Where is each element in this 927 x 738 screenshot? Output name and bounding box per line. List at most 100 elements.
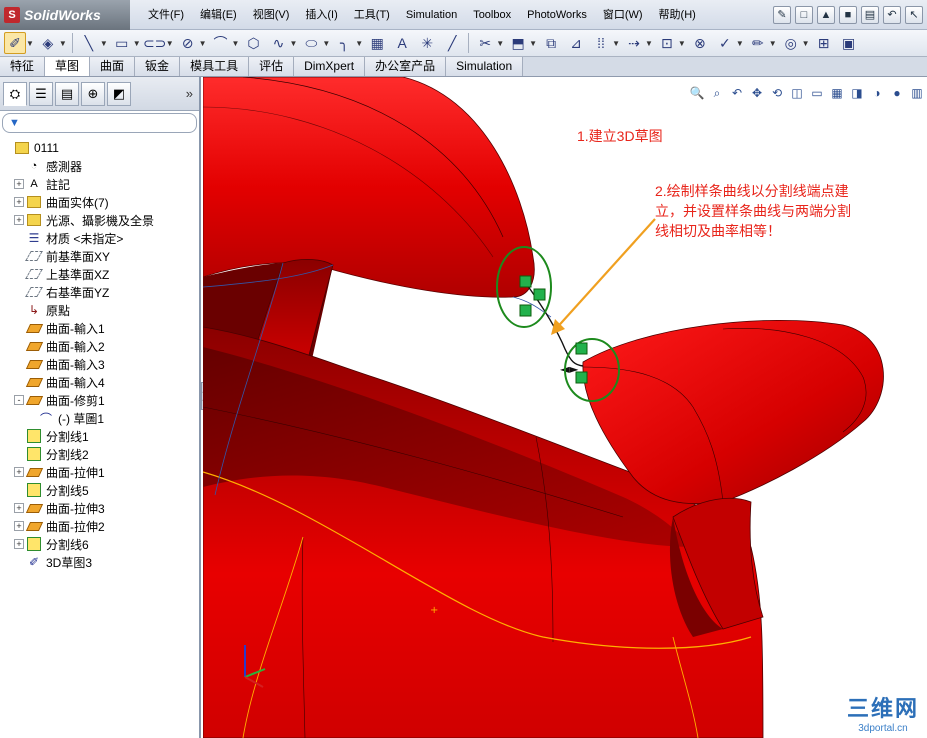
expand-icon[interactable]: + [14, 503, 24, 513]
rapid-sketch-icon[interactable]: ✏ [747, 32, 769, 54]
menu-item[interactable]: 视图(V) [245, 0, 298, 30]
trim-entities-icon[interactable]: ✂ [474, 32, 496, 54]
expand-icon[interactable]: + [14, 179, 24, 189]
sketch-picture-icon[interactable]: ⊞ [813, 32, 835, 54]
chevron-down-icon[interactable]: ▼ [529, 39, 537, 48]
command-tab[interactable]: 曲面 [90, 57, 136, 76]
menu-item[interactable]: 帮助(H) [651, 0, 704, 30]
dimxpert-manager-tab-icon[interactable]: ⊕ [81, 81, 105, 106]
graphics-area[interactable]: + ◄► 🔍 ⌕ ↶ ✥ ⟲ ◫ ▭ ▦ ◨ ◑ ● ▥ 1.建立3D草图 2.… [203, 77, 927, 738]
curvature-relation-icon[interactable] [519, 304, 532, 317]
previous-view-icon[interactable]: ↶ [729, 85, 745, 101]
tree-item[interactable]: ⌒ (-) 草圖1 [0, 409, 199, 427]
command-tab[interactable]: 办公室产品 [365, 57, 447, 76]
tree-item[interactable]: 曲面-輸入2 [0, 337, 199, 355]
app-logo[interactable]: S SolidWorks [0, 0, 130, 30]
collapse-icon[interactable]: - [14, 395, 24, 405]
tree-item[interactable]: ☰ 材质 <未指定> [0, 229, 199, 247]
tree-item[interactable]: + 曲面-拉伸2 [0, 517, 199, 535]
select-icon[interactable]: ↖ [905, 5, 923, 24]
instant3d-icon[interactable]: ◎ [780, 32, 802, 54]
tree-item[interactable]: - 曲面-修剪1 [0, 391, 199, 409]
menu-item[interactable]: 文件(F) [140, 0, 192, 30]
repair-sketch-icon[interactable]: ⊗ [689, 32, 711, 54]
tree-filter-input[interactable]: ▼ [2, 113, 197, 133]
chevron-down-icon[interactable]: ▼ [355, 39, 363, 48]
section-view-icon[interactable]: ◫ [789, 85, 805, 101]
text-icon[interactable]: A [391, 32, 413, 54]
ellipse-icon[interactable]: ⬭ [300, 32, 322, 54]
menu-item[interactable]: PhotoWorks [519, 0, 595, 30]
tree-item[interactable]: 上基準面XZ [0, 265, 199, 283]
zoom-to-fit-icon[interactable]: 🔍 [689, 85, 705, 101]
property-manager-tab-icon[interactable]: ☰ [29, 81, 53, 106]
menu-item[interactable]: Toolbox [465, 0, 519, 30]
pan-icon[interactable]: ✥ [749, 85, 765, 101]
move-entities-icon[interactable]: ⇢ [623, 32, 645, 54]
open-icon[interactable]: ▲ [817, 5, 835, 24]
tree-item[interactable]: 右基準面YZ [0, 283, 199, 301]
tree-item[interactable]: + 曲面-拉伸1 [0, 463, 199, 481]
chevron-down-icon[interactable]: ▼ [322, 39, 330, 48]
display-style-icon[interactable]: ▦ [829, 85, 845, 101]
command-tab[interactable]: 特征 [0, 57, 46, 76]
tree-item[interactable]: 分割线5 [0, 481, 199, 499]
spline-icon[interactable]: ∿ [267, 32, 289, 54]
line-icon[interactable]: ╲ [78, 32, 100, 54]
command-tab[interactable]: 草图 [45, 57, 91, 76]
print-icon[interactable]: ▤ [861, 5, 879, 24]
chevron-down-icon[interactable]: ▼ [26, 39, 34, 48]
chevron-down-icon[interactable]: ▼ [645, 39, 653, 48]
tree-item[interactable]: + A 註記 [0, 175, 199, 193]
menu-item[interactable]: 编辑(E) [192, 0, 245, 30]
tree-item[interactable]: 前基準面XY [0, 247, 199, 265]
command-tab[interactable]: 模具工具 [180, 57, 250, 76]
menu-item[interactable]: 插入(I) [297, 0, 345, 30]
command-tab[interactable]: DimXpert [294, 57, 366, 76]
tree-item[interactable]: 0111 [0, 139, 199, 157]
tree-item[interactable]: + 曲面实体(7) [0, 193, 199, 211]
linear-pattern-icon[interactable]: ⁞⁞ [590, 32, 612, 54]
command-tab[interactable]: Simulation [446, 57, 524, 76]
scene-icon[interactable]: ● [889, 85, 905, 101]
feature-manager-tab-icon[interactable]: ⛭ [3, 81, 27, 106]
chevron-down-icon[interactable]: ▼ [736, 39, 744, 48]
command-tab[interactable]: 评估 [249, 57, 295, 76]
display-manager-tab-icon[interactable]: ◩ [107, 81, 131, 106]
undo-icon[interactable]: ↶ [883, 5, 901, 24]
chevron-down-icon[interactable]: ▼ [232, 39, 240, 48]
point-icon[interactable]: ✳ [416, 32, 438, 54]
chevron-down-icon[interactable]: ▼ [199, 39, 207, 48]
plane-icon[interactable]: ▦ [366, 32, 388, 54]
view-orientation-icon[interactable]: ▭ [809, 85, 825, 101]
chevron-down-icon[interactable]: ▼ [496, 39, 504, 48]
new-document-icon[interactable]: □ [795, 5, 813, 24]
tree-item[interactable]: 曲面-輸入3 [0, 355, 199, 373]
offset-entities-icon[interactable]: ⧉ [540, 32, 562, 54]
menu-item[interactable]: Simulation [398, 0, 465, 30]
chevron-down-icon[interactable]: ▼ [612, 39, 620, 48]
expand-icon[interactable]: + [14, 521, 24, 531]
chevron-down-icon[interactable]: ▼ [802, 39, 810, 48]
tree-item[interactable]: 曲面-輸入1 [0, 319, 199, 337]
chevron-down-icon[interactable]: ▼ [769, 39, 777, 48]
mirror-icon[interactable]: ⊿ [565, 32, 587, 54]
tree-item[interactable]: 曲面-輸入4 [0, 373, 199, 391]
tangent-relation-icon[interactable] [533, 288, 546, 301]
hide-show-icon[interactable]: ◨ [849, 85, 865, 101]
tangent-relation-icon[interactable] [575, 342, 588, 355]
tree-item[interactable]: ↳ 原點 [0, 301, 199, 319]
panel-collapse-icon[interactable]: » [186, 86, 193, 101]
tree-item[interactable]: + 曲面-拉伸3 [0, 499, 199, 517]
tree-item[interactable]: ◔ 感測器 [0, 157, 199, 175]
centerline-icon[interactable]: ╱ [441, 32, 463, 54]
chevron-down-icon[interactable]: ▼ [59, 39, 67, 48]
edit-appearance-icon[interactable]: ◑ [869, 85, 885, 101]
zoom-to-area-icon[interactable]: ⌕ [709, 85, 725, 101]
expand-icon[interactable]: + [14, 197, 24, 207]
fillet-icon[interactable]: ╮ [333, 32, 355, 54]
menu-item[interactable]: 工具(T) [346, 0, 398, 30]
polygon-icon[interactable]: ⬡ [242, 32, 264, 54]
smart-dimension-icon[interactable]: ◈ [37, 32, 59, 54]
convert-entities-icon[interactable]: ⬒ [507, 32, 529, 54]
